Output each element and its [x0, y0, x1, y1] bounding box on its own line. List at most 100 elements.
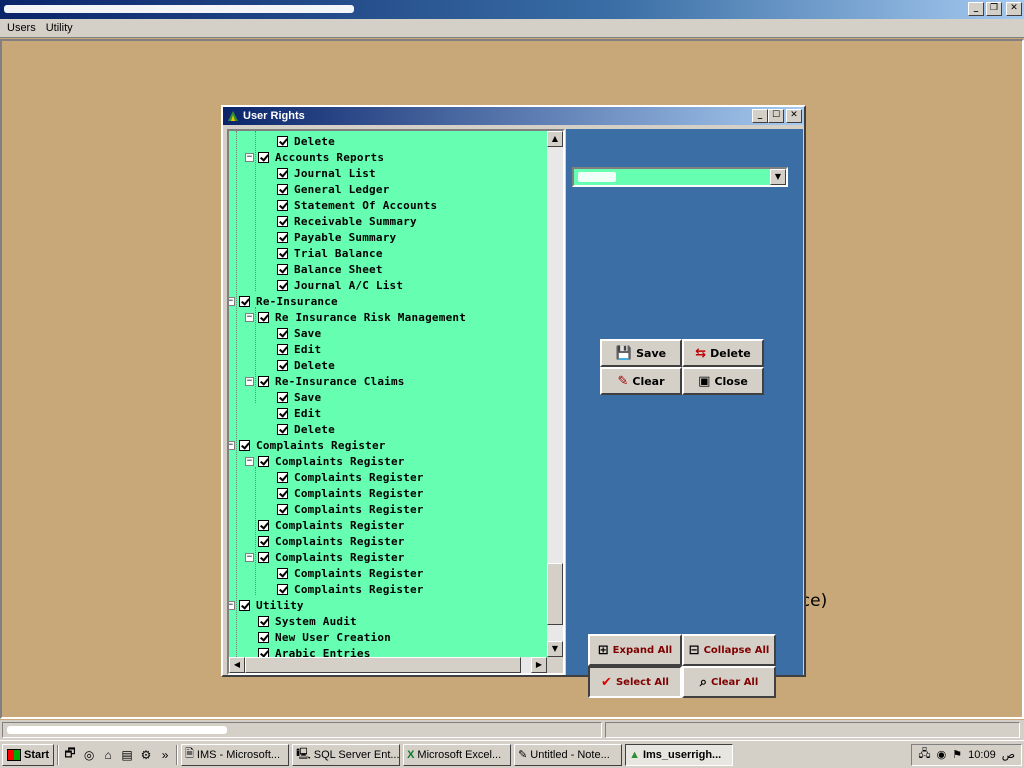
tree-checkbox[interactable] — [258, 455, 269, 467]
tree-checkbox[interactable] — [258, 151, 269, 163]
minimize-button[interactable]: _ — [968, 2, 984, 16]
tree-expander-icon[interactable]: − — [245, 456, 254, 466]
restore-button[interactable]: ❐ — [986, 2, 1002, 16]
tree-node[interactable]: Payable Summary — [264, 229, 396, 245]
tree-checkbox[interactable] — [239, 295, 250, 307]
tree-checkbox[interactable] — [277, 343, 288, 355]
tree-node[interactable]: Complaints Register — [264, 469, 424, 485]
tree-expander-icon[interactable]: − — [229, 600, 235, 610]
tree-node[interactable]: Edit — [264, 405, 321, 421]
scroll-right-button[interactable]: ▶ — [531, 657, 547, 673]
tree-node[interactable]: Complaints Register — [245, 533, 405, 549]
tree-checkbox[interactable] — [277, 503, 288, 515]
vertical-scrollbar[interactable]: ▲ ▼ — [547, 131, 563, 657]
tree-checkbox[interactable] — [277, 183, 288, 195]
tree-node[interactable]: Save — [264, 325, 321, 341]
tree-node[interactable]: System Audit — [245, 613, 357, 629]
tree-node[interactable]: Delete — [264, 421, 335, 437]
task-notepad[interactable]: ✎ Untitled - Note... — [514, 743, 623, 766]
dialog-close-button[interactable]: ✕ — [786, 109, 802, 123]
tree-expander-icon[interactable]: − — [245, 152, 254, 162]
tree-checkbox[interactable] — [277, 215, 288, 227]
tree-node[interactable]: Complaints Register — [264, 501, 424, 517]
tree-node[interactable]: Delete — [264, 357, 335, 373]
dialog-title-bar[interactable]: User Rights _ ☐ ✕ — [223, 107, 804, 125]
tree-expander-icon[interactable]: − — [229, 440, 235, 450]
tree-node[interactable]: Receivable Summary — [264, 213, 417, 229]
tree-node[interactable]: − Re-Insurance Claims — [245, 373, 405, 389]
horizontal-scroll-thumb[interactable] — [245, 657, 521, 673]
close-button[interactable]: ✕ — [1006, 2, 1022, 16]
tree-node[interactable]: Statement Of Accounts — [264, 197, 437, 213]
tree-node[interactable]: New User Creation — [245, 629, 391, 645]
tree-checkbox[interactable] — [258, 535, 269, 547]
chevron-down-icon[interactable]: ▼ — [770, 169, 786, 185]
quicklaunch-network-icon[interactable]: ⚙ — [138, 747, 154, 763]
tree-checkbox[interactable] — [277, 199, 288, 211]
tree-node[interactable]: Complaints Register — [264, 581, 424, 597]
tree-node[interactable]: Complaints Register — [264, 565, 424, 581]
tree-checkbox[interactable] — [277, 279, 288, 291]
user-select-combo[interactable]: ▼ — [572, 167, 788, 187]
tree-checkbox[interactable] — [239, 439, 250, 451]
tree-checkbox[interactable] — [258, 647, 269, 657]
tree-checkbox[interactable] — [258, 375, 269, 387]
tree-checkbox[interactable] — [277, 487, 288, 499]
language-icon[interactable]: ⚑ — [952, 748, 962, 761]
tree-checkbox[interactable] — [258, 631, 269, 643]
task-sql-server[interactable]: 🖳 SQL Server Ent... — [292, 743, 401, 766]
tree-checkbox[interactable] — [277, 359, 288, 371]
tree-node[interactable]: − Re-Insurance — [229, 293, 338, 309]
horizontal-scrollbar[interactable]: ◀ ▶ — [229, 657, 547, 673]
close-dialog-button[interactable]: ▣ Close — [682, 367, 764, 395]
tree-node[interactable]: Journal List — [264, 165, 376, 181]
tree-checkbox[interactable] — [277, 327, 288, 339]
tree-checkbox[interactable] — [277, 471, 288, 483]
tree-expander-icon[interactable]: − — [245, 552, 254, 562]
quicklaunch-explorer-icon[interactable]: ⌂ — [100, 747, 116, 763]
tree-node[interactable]: Save — [264, 389, 321, 405]
expand-all-button[interactable]: ⊞ Expand All — [588, 634, 682, 666]
tree-node[interactable]: Edit — [264, 341, 321, 357]
tree-checkbox[interactable] — [277, 583, 288, 595]
tree-node[interactable]: − Complaints Register — [245, 549, 405, 565]
tree-checkbox[interactable] — [277, 407, 288, 419]
quicklaunch-more-icon[interactable]: » — [157, 747, 173, 763]
scroll-down-button[interactable]: ▼ — [547, 641, 563, 657]
tree-expander-icon[interactable]: − — [245, 376, 254, 386]
task-excel[interactable]: X Microsoft Excel... — [403, 743, 512, 766]
tree-node[interactable]: − Accounts Reports — [245, 149, 384, 165]
clock-time[interactable]: 10:09 — [968, 749, 996, 761]
tree-node[interactable]: − Utility — [229, 597, 304, 613]
tree-node[interactable]: Journal A/C List — [264, 277, 403, 293]
tree-checkbox[interactable] — [277, 135, 288, 147]
scroll-left-button[interactable]: ◀ — [229, 657, 245, 673]
sound-icon[interactable]: ◉ — [937, 748, 947, 761]
start-button[interactable]: Start — [2, 743, 55, 766]
rights-tree-view[interactable]: Delete − Accounts Reports Journal List Gener… — [227, 129, 565, 675]
tree-checkbox[interactable] — [258, 311, 269, 323]
tree-node[interactable]: − Complaints Register — [229, 437, 386, 453]
tree-checkbox[interactable] — [277, 567, 288, 579]
menu-utility[interactable]: Utility — [41, 22, 78, 34]
quicklaunch-app-icon[interactable]: ▤ — [119, 747, 135, 763]
delete-button[interactable]: ⇆ Delete — [682, 339, 764, 367]
dialog-maximize-button[interactable]: ☐ — [768, 109, 784, 123]
tree-node[interactable]: Trial Balance — [264, 245, 383, 261]
quicklaunch-desktop-icon[interactable]: 🗗 — [62, 746, 78, 763]
scroll-up-button[interactable]: ▲ — [547, 131, 563, 147]
tree-expander-icon[interactable]: − — [245, 312, 254, 322]
tree-node[interactable]: − Re Insurance Risk Management — [245, 309, 466, 325]
tree-checkbox[interactable] — [277, 391, 288, 403]
tree-node[interactable]: − Complaints Register — [245, 453, 405, 469]
task-ims-microsoft[interactable]: 🗎 IMS - Microsoft... — [181, 743, 290, 766]
tree-checkbox[interactable] — [239, 599, 250, 611]
tree-node[interactable]: Complaints Register — [245, 517, 405, 533]
tree-checkbox[interactable] — [277, 167, 288, 179]
collapse-all-button[interactable]: ⊟ Collapse All — [682, 634, 776, 666]
dialog-minimize-button[interactable]: _ — [752, 109, 768, 123]
select-all-button[interactable]: ✔ Select All — [588, 666, 682, 698]
tree-checkbox[interactable] — [258, 551, 269, 563]
tree-checkbox[interactable] — [277, 231, 288, 243]
tree-checkbox[interactable] — [258, 615, 269, 627]
